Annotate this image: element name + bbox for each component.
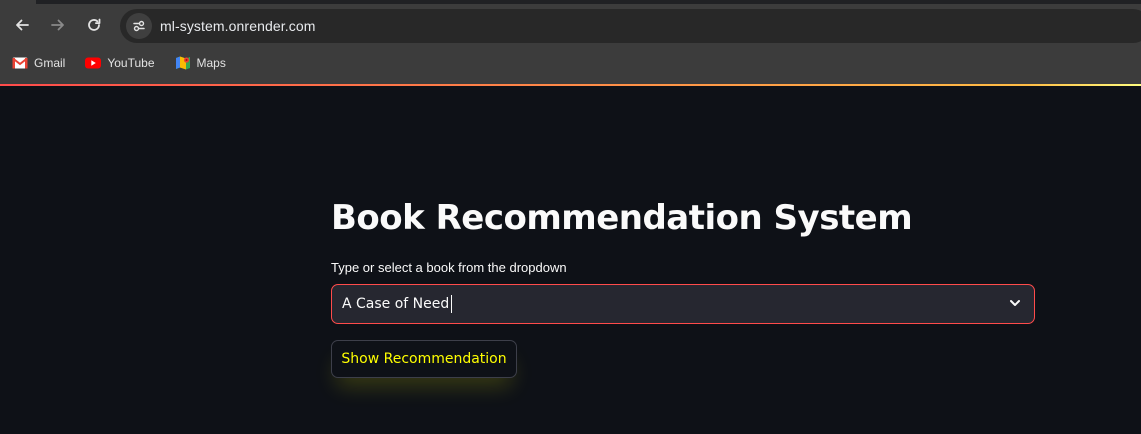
select-label: Type or select a book from the dropdown — [331, 260, 567, 275]
back-arrow-icon — [16, 19, 29, 31]
bookmark-label: YouTube — [107, 56, 155, 70]
text-cursor — [451, 295, 453, 313]
site-info-button[interactable] — [126, 13, 152, 39]
chevron-down-icon[interactable] — [1008, 296, 1022, 310]
bookmark-maps[interactable]: Maps — [163, 50, 234, 76]
gmail-icon — [12, 57, 28, 69]
bookmarks-bar: Gmail YouTube Maps — [0, 50, 1141, 76]
reload-icon — [88, 18, 101, 31]
page-title: Book Recommendation System — [331, 198, 913, 238]
book-select-value[interactable]: A Case of Need — [342, 295, 453, 313]
bookmark-youtube[interactable]: YouTube — [73, 50, 162, 76]
maps-icon — [175, 56, 190, 70]
forward-button[interactable] — [40, 7, 76, 43]
app-main: Book Recommendation System Type or selec… — [0, 86, 1141, 434]
back-button[interactable] — [4, 7, 40, 43]
tune-icon — [133, 20, 145, 32]
browser-toolbar: ml-system.onrender.com — [0, 4, 1141, 46]
youtube-icon — [85, 57, 102, 69]
bookmark-gmail[interactable]: Gmail — [0, 50, 73, 76]
reload-button[interactable] — [76, 7, 112, 43]
address-bar[interactable]: ml-system.onrender.com — [120, 9, 1141, 43]
bookmark-label: Gmail — [34, 56, 66, 70]
url-text[interactable]: ml-system.onrender.com — [160, 18, 315, 34]
show-recommendation-button[interactable]: Show Recommendation — [331, 340, 517, 378]
bookmark-label: Maps — [196, 56, 226, 70]
forward-arrow-icon — [51, 19, 64, 31]
browser-chrome: ml-system.onrender.com Gmail YouTube Map… — [0, 0, 1141, 84]
book-select[interactable]: A Case of Need — [331, 284, 1035, 324]
